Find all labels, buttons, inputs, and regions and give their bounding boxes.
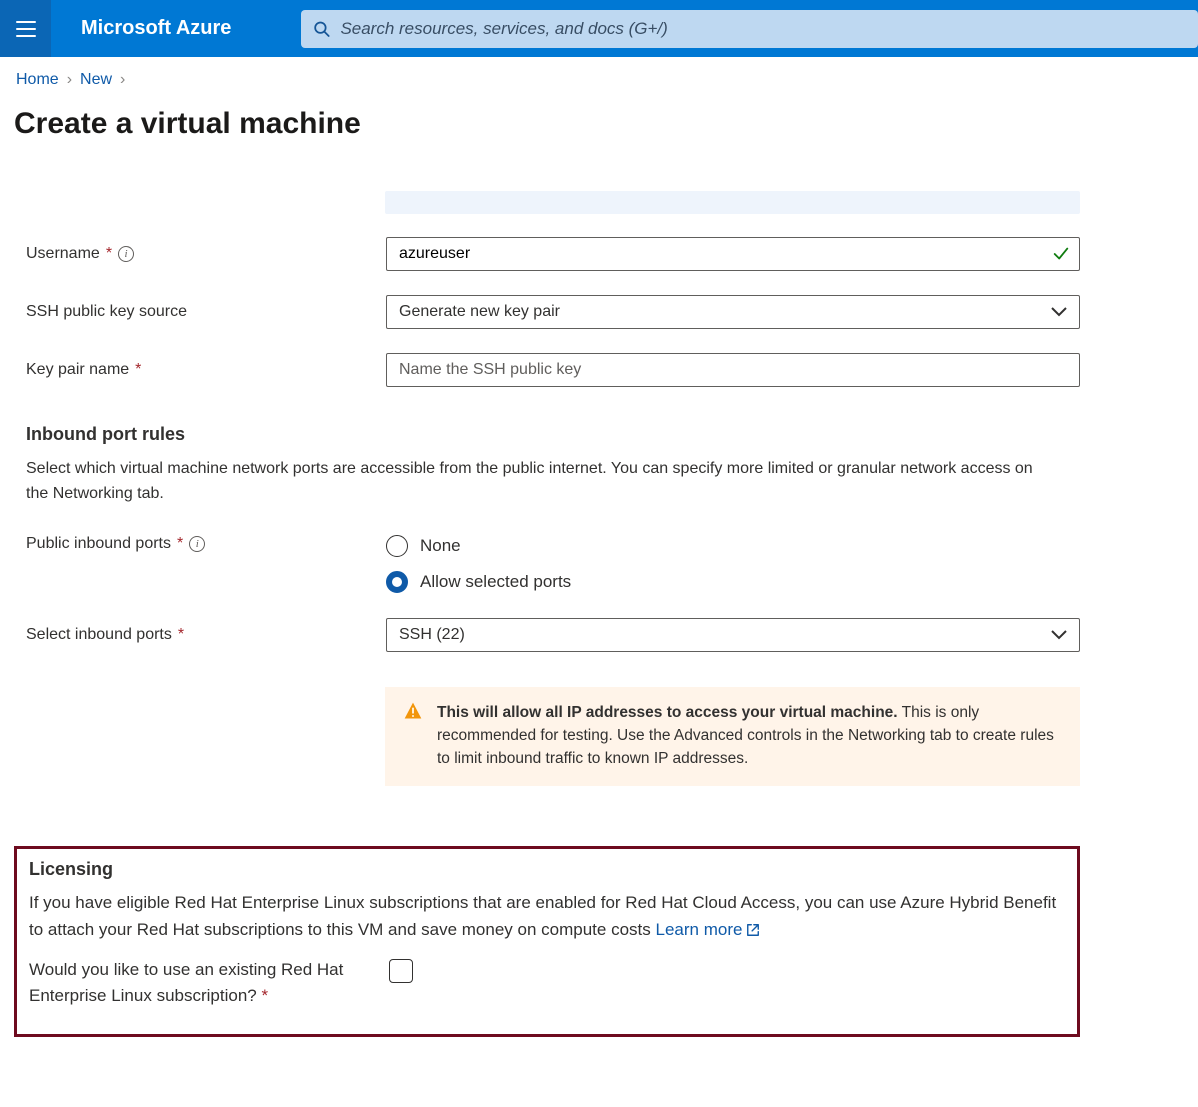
chevron-right-icon: ›	[67, 71, 72, 89]
section-stripe	[385, 191, 1080, 214]
radio-allow-selected[interactable]: Allow selected ports	[386, 571, 1080, 593]
search-icon	[313, 20, 330, 38]
radio-selected-icon	[386, 571, 408, 593]
select-ports-label: Select inbound ports *	[26, 626, 386, 644]
username-input[interactable]	[386, 237, 1080, 271]
ssh-source-value: Generate new key pair	[399, 303, 560, 321]
key-pair-input[interactable]	[386, 353, 1080, 387]
warning-text: This will allow all IP addresses to acce…	[437, 701, 1062, 771]
inbound-description: Select which virtual machine network por…	[14, 457, 1044, 507]
hamburger-icon	[16, 21, 36, 37]
licensing-description: If you have eligible Red Hat Enterprise …	[29, 890, 1065, 943]
required-asterisk: *	[261, 986, 268, 1005]
required-asterisk: *	[106, 245, 112, 263]
search-wrap	[301, 0, 1198, 57]
hamburger-menu-button[interactable]	[0, 0, 51, 57]
ssh-source-label: SSH public key source	[26, 303, 386, 321]
warning-icon	[403, 701, 423, 721]
check-icon	[1052, 245, 1070, 263]
required-asterisk: *	[177, 535, 183, 553]
select-ports-value: SSH (22)	[399, 626, 465, 644]
inbound-heading: Inbound port rules	[14, 424, 1080, 445]
breadcrumb-home[interactable]: Home	[16, 71, 59, 89]
chevron-right-icon: ›	[120, 71, 125, 89]
use-existing-subscription-checkbox[interactable]	[389, 959, 413, 983]
radio-allow-label: Allow selected ports	[420, 572, 571, 592]
required-asterisk: *	[178, 626, 184, 644]
licensing-heading: Licensing	[29, 859, 1065, 880]
required-asterisk: *	[135, 361, 141, 379]
licensing-question-label: Would you like to use an existing Red Ha…	[29, 957, 389, 1010]
public-ports-label: Public inbound ports * i	[26, 535, 386, 553]
breadcrumb-new[interactable]: New	[80, 71, 112, 89]
select-ports-dropdown[interactable]: SSH (22)	[386, 618, 1080, 652]
page-title: Create a virtual machine	[14, 107, 1080, 141]
key-pair-label: Key pair name *	[26, 361, 386, 379]
ssh-source-select[interactable]: Generate new key pair	[386, 295, 1080, 329]
info-icon[interactable]: i	[118, 246, 134, 262]
radio-none[interactable]: None	[386, 535, 1080, 557]
top-bar: Microsoft Azure	[0, 0, 1198, 57]
chevron-down-icon	[1051, 630, 1067, 640]
page-content: Home › New › Create a virtual machine Us…	[0, 57, 1080, 1037]
breadcrumb: Home › New ›	[14, 71, 1080, 89]
global-search[interactable]	[301, 10, 1198, 48]
search-input[interactable]	[340, 19, 1186, 39]
brand-label: Microsoft Azure	[51, 17, 301, 40]
radio-outline-icon	[386, 535, 408, 557]
username-label: Username * i	[26, 245, 386, 263]
warning-callout: This will allow all IP addresses to acce…	[385, 687, 1080, 787]
radio-none-label: None	[420, 536, 461, 556]
external-link-icon	[746, 923, 760, 937]
info-icon[interactable]: i	[189, 536, 205, 552]
chevron-down-icon	[1051, 307, 1067, 317]
learn-more-link[interactable]: Learn more	[656, 917, 761, 943]
licensing-section: Licensing If you have eligible Red Hat E…	[14, 846, 1080, 1036]
